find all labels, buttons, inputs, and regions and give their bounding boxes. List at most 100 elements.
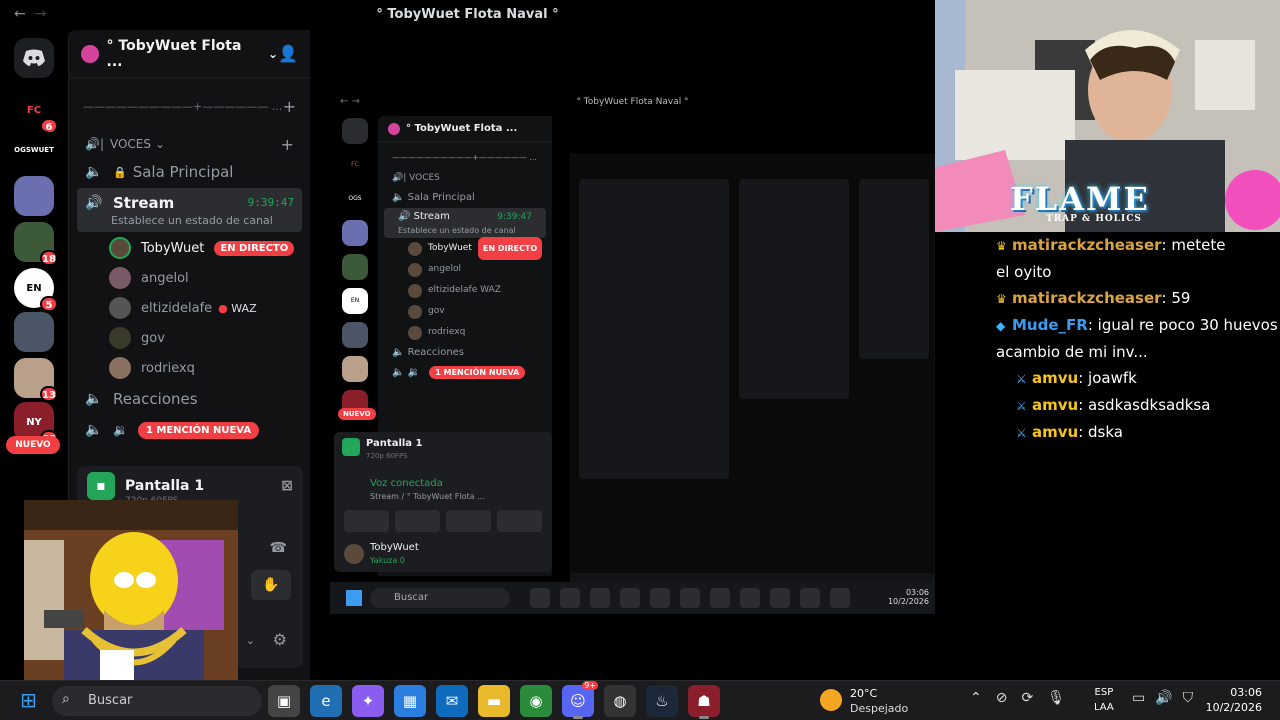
windows-start-icon[interactable]: ⊞ bbox=[20, 689, 42, 711]
gear-icon[interactable]: ⚙ bbox=[273, 630, 287, 649]
plus-icon[interactable]: + bbox=[281, 135, 294, 154]
chat-message: ⚔ amvu: asdkasdksadksa bbox=[996, 392, 1280, 419]
stream-timer: 9:39:47 bbox=[247, 196, 294, 209]
voice-user: eltizidelafe WAZ bbox=[378, 280, 552, 301]
server-avatar bbox=[342, 356, 368, 382]
nested-rail: FC OGS EN bbox=[342, 118, 372, 458]
panel-buttons bbox=[344, 510, 542, 532]
channel-stream[interactable]: 🔊 Stream 9:39:47 Establece un estado de … bbox=[77, 188, 302, 232]
shield-icon[interactable]: ⛉ bbox=[1183, 690, 1194, 706]
plus-icon[interactable]: + bbox=[283, 97, 296, 116]
chevron-down-icon[interactable]: ⌄ bbox=[246, 634, 255, 647]
chat-message: ◆ Mude_FR: igual re poco 30 huevos bbox=[996, 312, 1280, 339]
voice-user: TobyWuet EN DIRECTO bbox=[378, 237, 552, 260]
divider-channel: ——————————+—————— ... bbox=[392, 153, 537, 162]
server-avatar[interactable] bbox=[14, 176, 54, 216]
sun-icon bbox=[820, 689, 842, 711]
channel-sala-principal[interactable]: 🔈 🔒 Sala Principal bbox=[77, 157, 302, 187]
server-icon bbox=[81, 44, 99, 63]
mention-pill[interactable]: 1 MENCIÓN NUEVA bbox=[137, 421, 260, 439]
search-icon: ⌕ bbox=[62, 691, 70, 707]
system-tray: ⌃ ⊘ ⟳ 🎙 bbox=[970, 690, 1065, 706]
avatar bbox=[109, 327, 131, 349]
add-member-icon[interactable]: 👤 bbox=[278, 44, 298, 63]
game-icon[interactable]: ☗ bbox=[688, 685, 720, 719]
server-avatar bbox=[342, 322, 368, 348]
outlook-icon[interactable]: ✉ bbox=[436, 685, 468, 717]
taskbar: ⊞ ⌕ Buscar ▣ e ✦ ▦ ✉ ▬ ◉ ☺ 9+ ◍ ♨ ☗ 20°C … bbox=[0, 680, 1280, 720]
stop-stream-icon[interactable]: ⊠ bbox=[281, 478, 293, 494]
server-avatar bbox=[342, 118, 368, 144]
voice-user[interactable]: gov bbox=[69, 323, 310, 353]
network-off-icon[interactable]: ⊘ bbox=[996, 690, 1008, 706]
recursive-panel bbox=[859, 179, 929, 359]
steam-icon[interactable]: ♨ bbox=[646, 685, 678, 717]
nested-clock: 03:06 10/2/2026 bbox=[887, 588, 929, 606]
task-view-icon[interactable]: ▣ bbox=[268, 685, 300, 717]
chevron-down-icon: ⌄ bbox=[268, 46, 279, 61]
divider-channel[interactable]: ——————————+—————— ... + bbox=[69, 86, 310, 126]
new-unread-pill: NUEVO bbox=[338, 408, 376, 420]
recursive-panel bbox=[739, 179, 849, 399]
flame-logo: FLAME TRAP & HOLICS bbox=[1010, 180, 1150, 224]
server-ogswuet[interactable]: OGSWUET bbox=[14, 130, 54, 170]
avatar bbox=[109, 267, 131, 289]
display-icon[interactable]: ▭ bbox=[1132, 690, 1145, 706]
server-icon bbox=[388, 122, 400, 135]
obs-icon[interactable]: ◍ bbox=[604, 685, 636, 717]
avatar bbox=[408, 304, 422, 319]
server-avatar[interactable]: 13 bbox=[14, 358, 58, 402]
speaker-icon: 🔊| bbox=[85, 137, 104, 151]
file-explorer-icon[interactable]: ▬ bbox=[478, 685, 510, 717]
voice-user[interactable]: eltizidelafe ● WAZ bbox=[69, 293, 310, 323]
screen-share-icon bbox=[342, 438, 360, 456]
voice-user[interactable]: TobyWuet EN DIRECTO bbox=[69, 233, 310, 263]
server-header[interactable]: ° TobyWuet Flota ... ⌄ 👤 bbox=[69, 30, 310, 78]
nested-screen: ° TobyWuet Flota Naval ° ← → FC OGS EN N… bbox=[330, 92, 935, 622]
microphone-icon[interactable]: 🎙 bbox=[1047, 690, 1065, 706]
chevron-down-icon: ⌄ bbox=[155, 137, 166, 151]
activity-button[interactable]: ✋ bbox=[251, 570, 291, 600]
voice-user[interactable]: rodriexq bbox=[69, 353, 310, 383]
edge-icon[interactable]: e bbox=[310, 685, 342, 717]
new-unread-pill[interactable]: NUEVO bbox=[6, 436, 60, 454]
avatar bbox=[408, 283, 422, 298]
discord-home-icon[interactable] bbox=[14, 38, 54, 78]
server-avatar[interactable] bbox=[14, 312, 54, 352]
disconnect-icon[interactable]: ☎ bbox=[270, 540, 287, 556]
store-icon[interactable]: ▦ bbox=[394, 685, 426, 717]
windows-icon bbox=[346, 590, 362, 606]
chrome-icon[interactable]: ◉ bbox=[520, 685, 552, 717]
chevron-up-icon[interactable]: ⌃ bbox=[970, 690, 982, 706]
server-fc[interactable]: FC 6 bbox=[14, 90, 58, 134]
nav-arrows: ← → bbox=[340, 96, 360, 107]
server-name: ° TobyWuet Flota ... bbox=[106, 37, 242, 70]
channel-status[interactable]: Establece un estado de canal bbox=[85, 214, 294, 227]
speaker-icon: 🔈 bbox=[85, 391, 103, 407]
language-indicator[interactable]: ESP LAA bbox=[1094, 685, 1114, 715]
channel-unnamed[interactable]: 🔈 🔉 1 MENCIÓN NUEVA bbox=[77, 415, 302, 445]
category-voces[interactable]: 🔊| VOCES ⌄ + bbox=[69, 132, 310, 156]
crown-icon: ♛ bbox=[996, 292, 1007, 306]
taskbar-search[interactable]: ⌕ Buscar bbox=[52, 686, 262, 716]
volume-icon[interactable]: 🔊 bbox=[1155, 690, 1172, 706]
copilot-icon[interactable]: ✦ bbox=[352, 685, 384, 717]
server-en[interactable]: EN 5 bbox=[14, 268, 58, 312]
stream-chat-overlay: ♛ matirackzcheaser: metete el oyito ♛ mati… bbox=[996, 232, 1280, 441]
channel-reacciones[interactable]: 🔈 Reacciones bbox=[77, 384, 302, 414]
avatar bbox=[109, 297, 131, 319]
channel-sala-principal: 🔈 Sala Principal bbox=[392, 192, 475, 203]
nested-title: ° TobyWuet Flota Naval ° bbox=[576, 97, 689, 107]
avatar bbox=[109, 357, 131, 379]
server-avatar[interactable]: 18 bbox=[14, 222, 58, 266]
panel-title: Pantalla 1 bbox=[125, 478, 205, 494]
avatar bbox=[109, 237, 131, 259]
voice-user[interactable]: angelol bbox=[69, 263, 310, 293]
discord-icon[interactable]: ☺ 9+ bbox=[562, 681, 598, 719]
clock[interactable]: 03:06 10/2/2026 bbox=[1206, 685, 1262, 715]
chat-message: ⚔ amvu: dska bbox=[996, 419, 1280, 446]
speaker-icon: 🔈 bbox=[85, 164, 103, 180]
speaker-icon: 🔉 bbox=[113, 423, 128, 437]
sync-icon[interactable]: ⟳ bbox=[1021, 690, 1033, 706]
channel-stream: 🔊 Stream 9:39:47 Establece un estado de ca… bbox=[384, 208, 546, 238]
